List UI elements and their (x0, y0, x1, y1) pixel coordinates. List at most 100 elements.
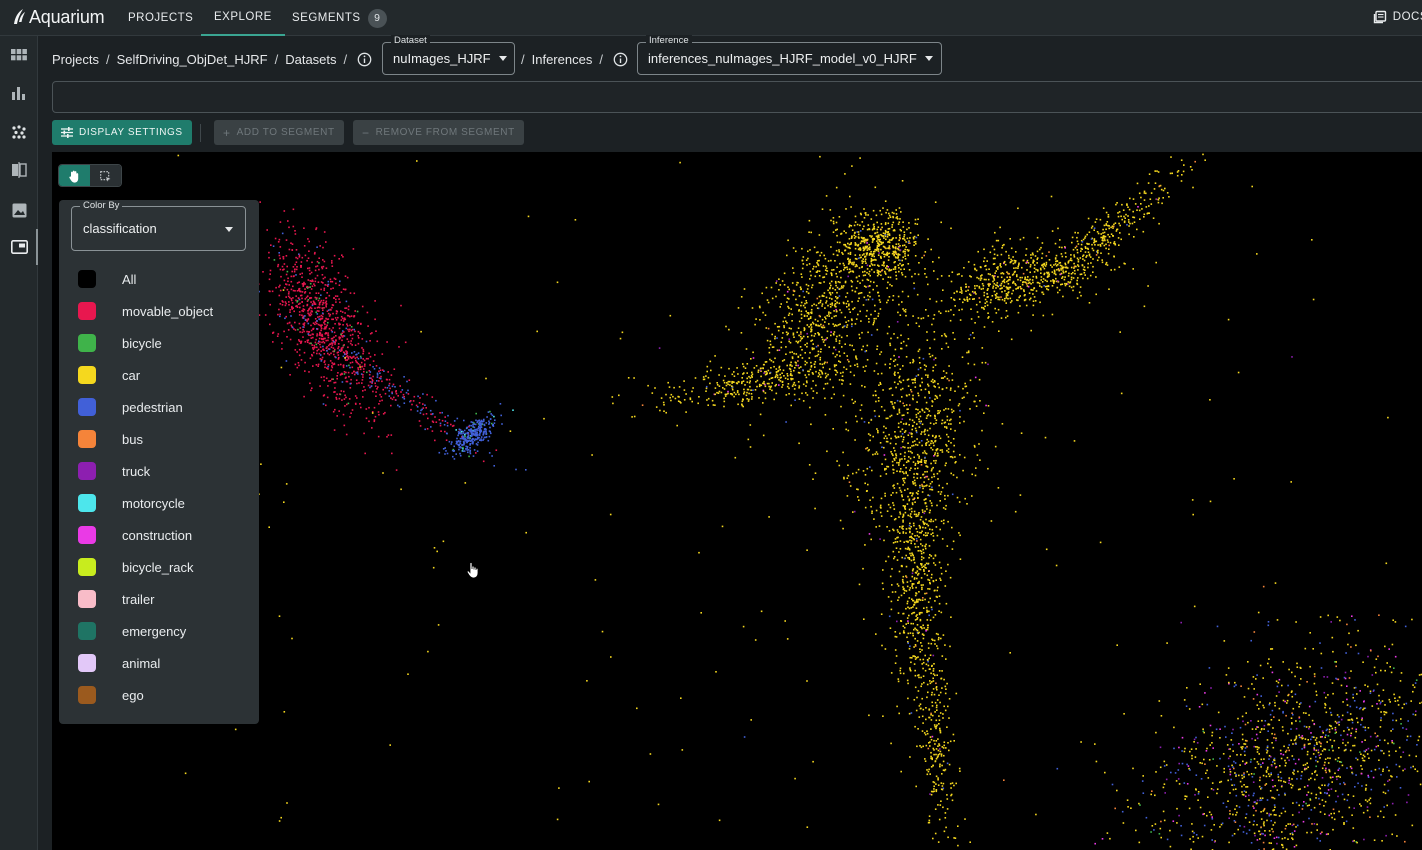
embedding-point (844, 343, 846, 345)
embedding-point (920, 461, 923, 463)
embedding-point (316, 246, 318, 248)
app-logo[interactable]: Aquarium (12, 6, 105, 28)
embedding-point (916, 453, 919, 456)
embedding-point (918, 441, 921, 444)
embedding-point (292, 275, 295, 278)
embedding-point (790, 308, 792, 310)
breadcrumb-project[interactable]: SelfDriving_ObjDet_HJRF (117, 52, 268, 67)
docs-link[interactable]: DOCS (1373, 0, 1422, 34)
embedding-point (1028, 298, 1031, 301)
embedding-point (318, 262, 320, 264)
scatter-view-button[interactable] (9, 122, 29, 142)
embedding-point (342, 288, 345, 290)
embedding-point (349, 315, 351, 318)
embedding-point (864, 238, 867, 241)
embedding-point (268, 278, 271, 281)
embedding-point (354, 395, 357, 397)
breadcrumb-inferences[interactable]: Inferences (532, 52, 593, 67)
inference-info-icon[interactable] (613, 52, 628, 67)
embedding-point (907, 642, 909, 644)
embedding-point (297, 328, 299, 331)
remove-from-segment-button[interactable]: − REMOVE FROM SEGMENT (353, 120, 524, 145)
grid-view-button[interactable] (9, 45, 29, 65)
embedding-point (285, 273, 288, 276)
embedding-point (944, 508, 947, 510)
embedding-point (320, 334, 322, 337)
embedding-point (369, 371, 372, 373)
embedding-view-button[interactable] (9, 229, 38, 265)
embedding-point (832, 220, 835, 223)
image-view-button[interactable] (9, 200, 29, 220)
embedding-point (324, 366, 326, 369)
embedding-point (929, 347, 931, 349)
embedding-point (808, 219, 811, 222)
breadcrumb-datasets[interactable]: Datasets (285, 52, 336, 67)
embedding-point (364, 452, 366, 455)
embedding-point (900, 447, 902, 449)
embedding-point (731, 380, 733, 383)
embedding-point (981, 347, 984, 349)
embedding-point (907, 241, 910, 244)
nav-explore-tab[interactable]: EXPLORE (201, 0, 285, 36)
embedding-point (882, 263, 885, 265)
metrics-view-button[interactable] (9, 83, 29, 103)
embedding-point (834, 303, 837, 305)
embedding-point (833, 346, 835, 349)
embedding-point (290, 275, 293, 278)
embedding-point (311, 261, 313, 264)
embedding-point (908, 558, 911, 560)
embedding-point (663, 410, 665, 412)
embedding-point (1019, 276, 1021, 279)
embedding-point (764, 361, 767, 363)
embedding-point (914, 619, 917, 621)
embedding-point (866, 467, 869, 470)
embedding-point (847, 300, 849, 303)
embedding-point (914, 381, 916, 384)
breadcrumb-projects[interactable]: Projects (52, 52, 99, 67)
embedding-point (863, 225, 865, 228)
embedding-point (932, 557, 935, 560)
embedding-point (1086, 247, 1089, 250)
embedding-point (876, 237, 879, 239)
embedding-point (898, 408, 901, 411)
embedding-point (824, 361, 826, 364)
embedding-point (882, 245, 885, 248)
embedding-point (872, 209, 875, 212)
embedding-point (879, 381, 881, 384)
embedding-canvas[interactable]: Color By classification All movable_objec… (52, 152, 1422, 850)
embedding-point (1119, 232, 1121, 234)
query-input[interactable] (52, 81, 1422, 113)
embedding-point (933, 475, 936, 478)
embedding-point (752, 357, 755, 359)
embedding-point (815, 345, 818, 348)
inference-select[interactable]: Inference inferences_nuImages_HJRF_model… (637, 35, 942, 75)
dataset-select[interactable]: Dataset nuImages_HJRF (382, 35, 515, 75)
embedding-point (1008, 286, 1011, 289)
embedding-point (894, 518, 897, 520)
embedding-point (892, 468, 894, 471)
embedding-point (1183, 164, 1185, 166)
dataset-info-icon[interactable] (357, 52, 372, 67)
embedding-point (838, 360, 840, 362)
embedding-point (997, 239, 1000, 242)
display-settings-button[interactable]: DISPLAY SETTINGS (52, 120, 192, 145)
add-to-segment-button[interactable]: + ADD TO SEGMENT (214, 120, 344, 145)
compare-view-button[interactable] (9, 160, 29, 180)
embedding-point (897, 436, 900, 438)
embedding-point (848, 224, 851, 226)
embedding-point (471, 438, 474, 441)
embedding-point (824, 316, 826, 318)
embedding-point (1054, 242, 1057, 245)
embedding-point (911, 598, 913, 600)
embedding-point (922, 317, 925, 319)
embedding-point (947, 494, 949, 497)
nav-projects-tab[interactable]: PROJECTS (128, 0, 193, 36)
embedding-point (945, 342, 948, 345)
embedding-point (935, 435, 937, 437)
embedding-point (875, 259, 877, 261)
embedding-point (1076, 249, 1079, 251)
nav-segments-tab[interactable]: SEGMENTS 9 (292, 0, 387, 36)
embedding-point (324, 319, 326, 322)
embedding-point (786, 301, 788, 303)
embedding-point (1133, 221, 1136, 223)
